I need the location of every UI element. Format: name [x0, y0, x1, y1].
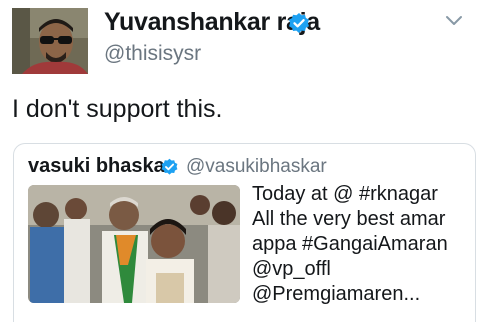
- verified-badge-icon: [287, 12, 311, 36]
- tweet-text: I don't support this.: [12, 95, 223, 123]
- chevron-down-icon[interactable]: [444, 14, 464, 28]
- avatar[interactable]: [12, 8, 88, 74]
- quoted-text-line: Today at @ #rknagar: [252, 183, 438, 205]
- quoted-text-line: @Premgiamaren...: [252, 283, 421, 305]
- quoted-media-image[interactable]: [28, 185, 240, 303]
- quoted-text-line: All the very best amar: [252, 208, 446, 230]
- quoted-text-line: appa #GangaiAmaran: [252, 233, 448, 255]
- quoted-author-name[interactable]: vasuki bhaskar: [28, 155, 173, 178]
- author-handle[interactable]: @thisisysr: [104, 42, 201, 66]
- quoted-author-handle[interactable]: @vasukibhaskar: [186, 156, 327, 178]
- quoted-text-line: @vp_offl: [252, 258, 331, 280]
- quoted-tweet-text: Today at @ #rknagar All the very best am…: [252, 182, 472, 307]
- quoted-verified-badge-icon: [160, 158, 179, 177]
